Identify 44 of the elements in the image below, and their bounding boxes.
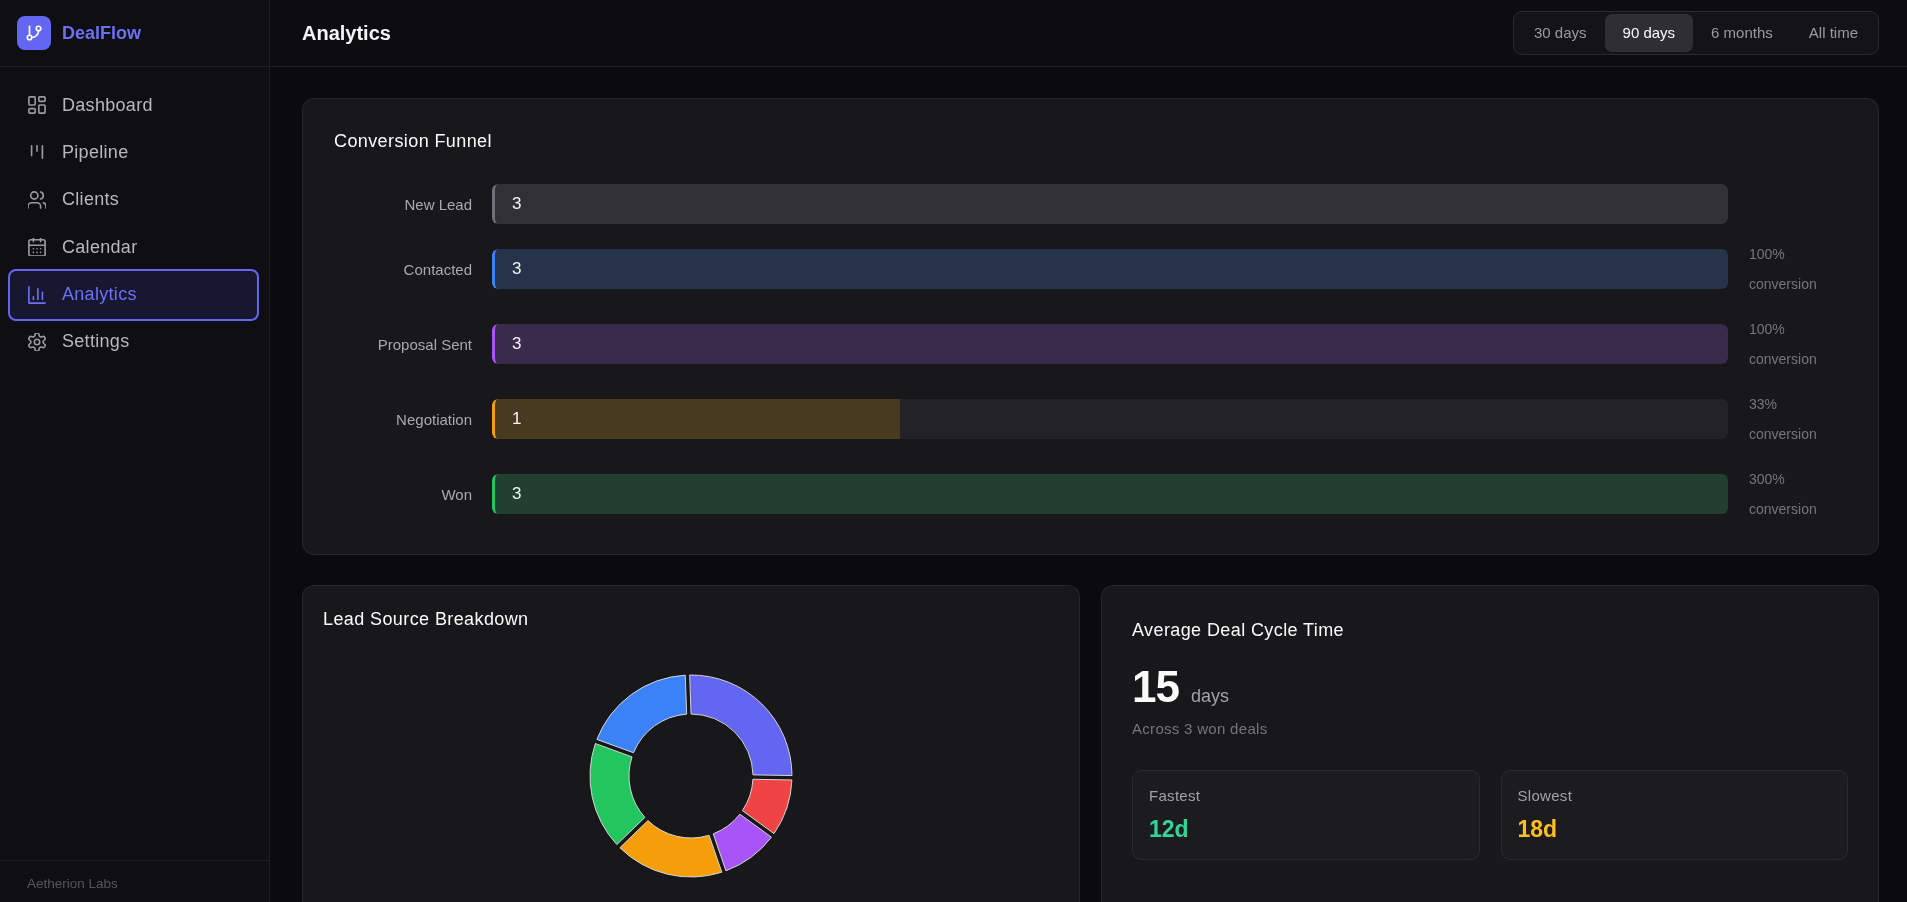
stage-label: Contacted [403,260,472,278]
caption-text: Across 3 won deals [1132,720,1268,738]
conversion-rate: 100% conversion [1749,320,1817,369]
cycle-days-value: 15 [1132,662,1179,712]
nav-item[interactable]: Calendar [12,225,255,270]
range-tab[interactable]: 6 months [1693,14,1791,52]
range-tab[interactable]: All time [1790,14,1876,52]
nav-item[interactable]: Clients [12,177,255,222]
stage-count: 3 [512,194,522,214]
nav-item[interactable]: Analytics [8,268,259,321]
conversion-rate: 300% conversion [1749,470,1817,519]
nav-item[interactable]: Dashboard [12,83,255,127]
stage-label: New Lead [404,195,472,213]
stage-count: 3 [512,334,522,354]
stat-value: 18d [1517,815,1558,843]
kanban-icon [28,143,46,162]
users-icon [28,190,46,209]
page-title: Analytics [302,21,391,45]
stage-label: Proposal Sent [377,335,472,353]
stat-label: Slowest [1517,787,1573,805]
stage-label: Won [441,485,472,503]
card-title: Lead Source Breakdown [323,608,529,631]
bar-chart-icon [28,285,46,304]
range-tab[interactable]: 30 days [1516,14,1605,52]
stat-value: 12d [1149,815,1189,843]
company-name: Aetherion Labs [27,876,118,891]
stage-label: Negotiation [396,410,472,428]
card-title: Average Deal Cycle Time [1132,619,1344,642]
stage-count: 3 [512,484,522,504]
logo-icon [17,16,51,50]
stage-count: 3 [512,259,522,279]
grid-icon [28,96,46,114]
range-tab[interactable]: 90 days [1604,14,1694,52]
stat-label: Fastest [1149,787,1201,805]
conversion-rate: 100% conversion [1749,245,1817,294]
nav-item[interactable]: Pipeline [12,130,255,175]
brand-name: DealFlow [62,22,141,44]
conversion-rate: 33% conversion [1749,395,1817,444]
card-title: Conversion Funnel [334,130,492,153]
nav-item[interactable]: Settings [12,319,255,364]
calendar-icon [28,238,46,257]
stage-count: 1 [512,409,522,429]
settings-icon [28,332,46,351]
unit-label: days [1190,686,1229,707]
